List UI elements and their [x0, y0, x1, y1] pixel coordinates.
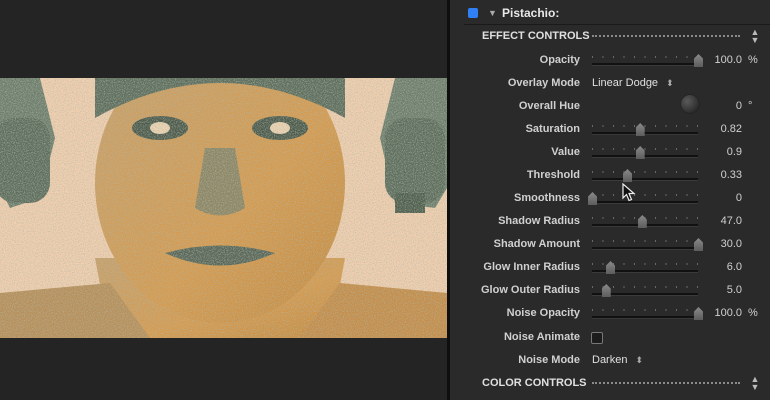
saturation-slider[interactable] [592, 123, 698, 139]
param-noise-opacity: Noise Opacity 100.0 % [450, 303, 770, 326]
param-label: Opacity [539, 54, 580, 66]
degree-unit: ° [748, 100, 753, 112]
section-label: COLOR CONTROLS [482, 377, 587, 389]
param-overall-hue: Overall Hue 0 ° [450, 95, 770, 119]
opacity-slider[interactable] [592, 54, 703, 70]
inspector-panel: ▼ Pistachio: EFFECT CONTROLS ▲ ▼ Opacity … [450, 0, 770, 400]
effect-enable-checkbox[interactable] [468, 8, 478, 18]
param-label: Glow Inner Radius [483, 261, 580, 273]
noise-opacity-value[interactable]: 100.0 [714, 307, 742, 319]
mouse-pointer-icon [622, 183, 636, 202]
glow-outer-radius-slider[interactable] [592, 284, 698, 300]
param-overlay-mode: Overlay Mode Linear Dodge ⬍ [450, 73, 770, 96]
param-label: Shadow Radius [498, 215, 580, 227]
param-shadow-amount: Shadow Amount 30.0 [450, 234, 770, 257]
param-label: Saturation [525, 123, 580, 135]
section-divider [592, 35, 740, 39]
value-value[interactable]: 0.9 [727, 146, 742, 158]
shadow-amount-slider[interactable] [592, 238, 703, 254]
noise-opacity-unit: % [748, 307, 758, 319]
opacity-unit: % [748, 54, 758, 66]
shadow-amount-value[interactable]: 30.0 [721, 238, 742, 250]
section-label: EFFECT CONTROLS [482, 30, 590, 42]
param-label: Smoothness [513, 192, 580, 204]
saturation-value[interactable]: 0.82 [721, 123, 742, 135]
glow-inner-radius-value[interactable]: 6.0 [727, 261, 742, 273]
param-noise-mode: Noise Mode Darken ⬍ [450, 350, 770, 373]
overall-hue-value[interactable]: 0 [736, 100, 742, 112]
effect-header[interactable]: ▼ Pistachio: [464, 2, 770, 25]
smoothness-slider[interactable] [588, 192, 698, 208]
up-down-arrows-icon: ⬍ [635, 355, 644, 365]
param-saturation: Saturation 0.82 [450, 119, 770, 142]
glow-inner-radius-slider[interactable] [592, 261, 698, 277]
param-noise-animate: Noise Animate [450, 327, 770, 350]
noise-mode-value: Darken [592, 354, 628, 366]
glow-outer-radius-value[interactable]: 5.0 [727, 284, 742, 296]
disclosure-triangle-icon[interactable]: ▼ [488, 8, 497, 18]
param-label: Noise Opacity [506, 307, 580, 319]
threshold-value[interactable]: 0.33 [721, 169, 742, 181]
param-opacity: Opacity 100.0 % [450, 50, 770, 73]
up-down-arrows-icon[interactable]: ▲ ▼ [750, 28, 760, 45]
hue-dial[interactable] [681, 95, 699, 113]
effect-title: Pistachio: [502, 6, 560, 20]
param-label: Overlay Mode [507, 77, 580, 89]
up-down-arrows-icon[interactable]: ▲ ▼ [750, 375, 760, 392]
param-label: Value [551, 146, 580, 158]
viewer-panel [0, 0, 447, 400]
param-label: Glow Outer Radius [480, 284, 580, 296]
posterized-portrait-image [0, 78, 447, 338]
param-label: Noise Animate [503, 331, 580, 343]
smoothness-value[interactable]: 0 [736, 192, 742, 204]
param-label: Shadow Amount [493, 238, 580, 250]
param-glow-outer-radius: Glow Outer Radius 5.0 [450, 280, 770, 303]
param-label: Noise Mode [518, 354, 580, 366]
param-value: Value 0.9 [450, 142, 770, 165]
overlay-mode-value: Linear Dodge [592, 77, 659, 89]
param-glow-inner-radius: Glow Inner Radius 6.0 [450, 257, 770, 280]
video-preview [0, 78, 447, 338]
section-color-controls[interactable]: COLOR CONTROLS ▲ ▼ [450, 373, 770, 396]
value-slider[interactable] [592, 146, 698, 162]
shadow-radius-slider[interactable] [592, 215, 698, 231]
noise-animate-checkbox[interactable] [591, 332, 603, 344]
param-threshold: Threshold 0.33 [450, 165, 770, 188]
section-effect-controls[interactable]: EFFECT CONTROLS ▲ ▼ [450, 26, 770, 49]
noise-mode-popup[interactable]: Darken ⬍ [592, 354, 643, 366]
threshold-slider[interactable] [592, 169, 698, 185]
param-shadow-radius: Shadow Radius 47.0 [450, 211, 770, 234]
up-down-arrows-icon: ⬍ [666, 78, 674, 88]
param-label: Threshold [526, 169, 580, 181]
noise-opacity-slider[interactable] [592, 307, 703, 323]
overlay-mode-popup[interactable]: Linear Dodge ⬍ [592, 77, 674, 89]
section-divider [592, 382, 740, 386]
param-smoothness: Smoothness 0 [450, 188, 770, 211]
param-label: Overall Hue [518, 100, 580, 112]
opacity-value[interactable]: 100.0 [714, 54, 742, 66]
shadow-radius-value[interactable]: 47.0 [721, 215, 742, 227]
